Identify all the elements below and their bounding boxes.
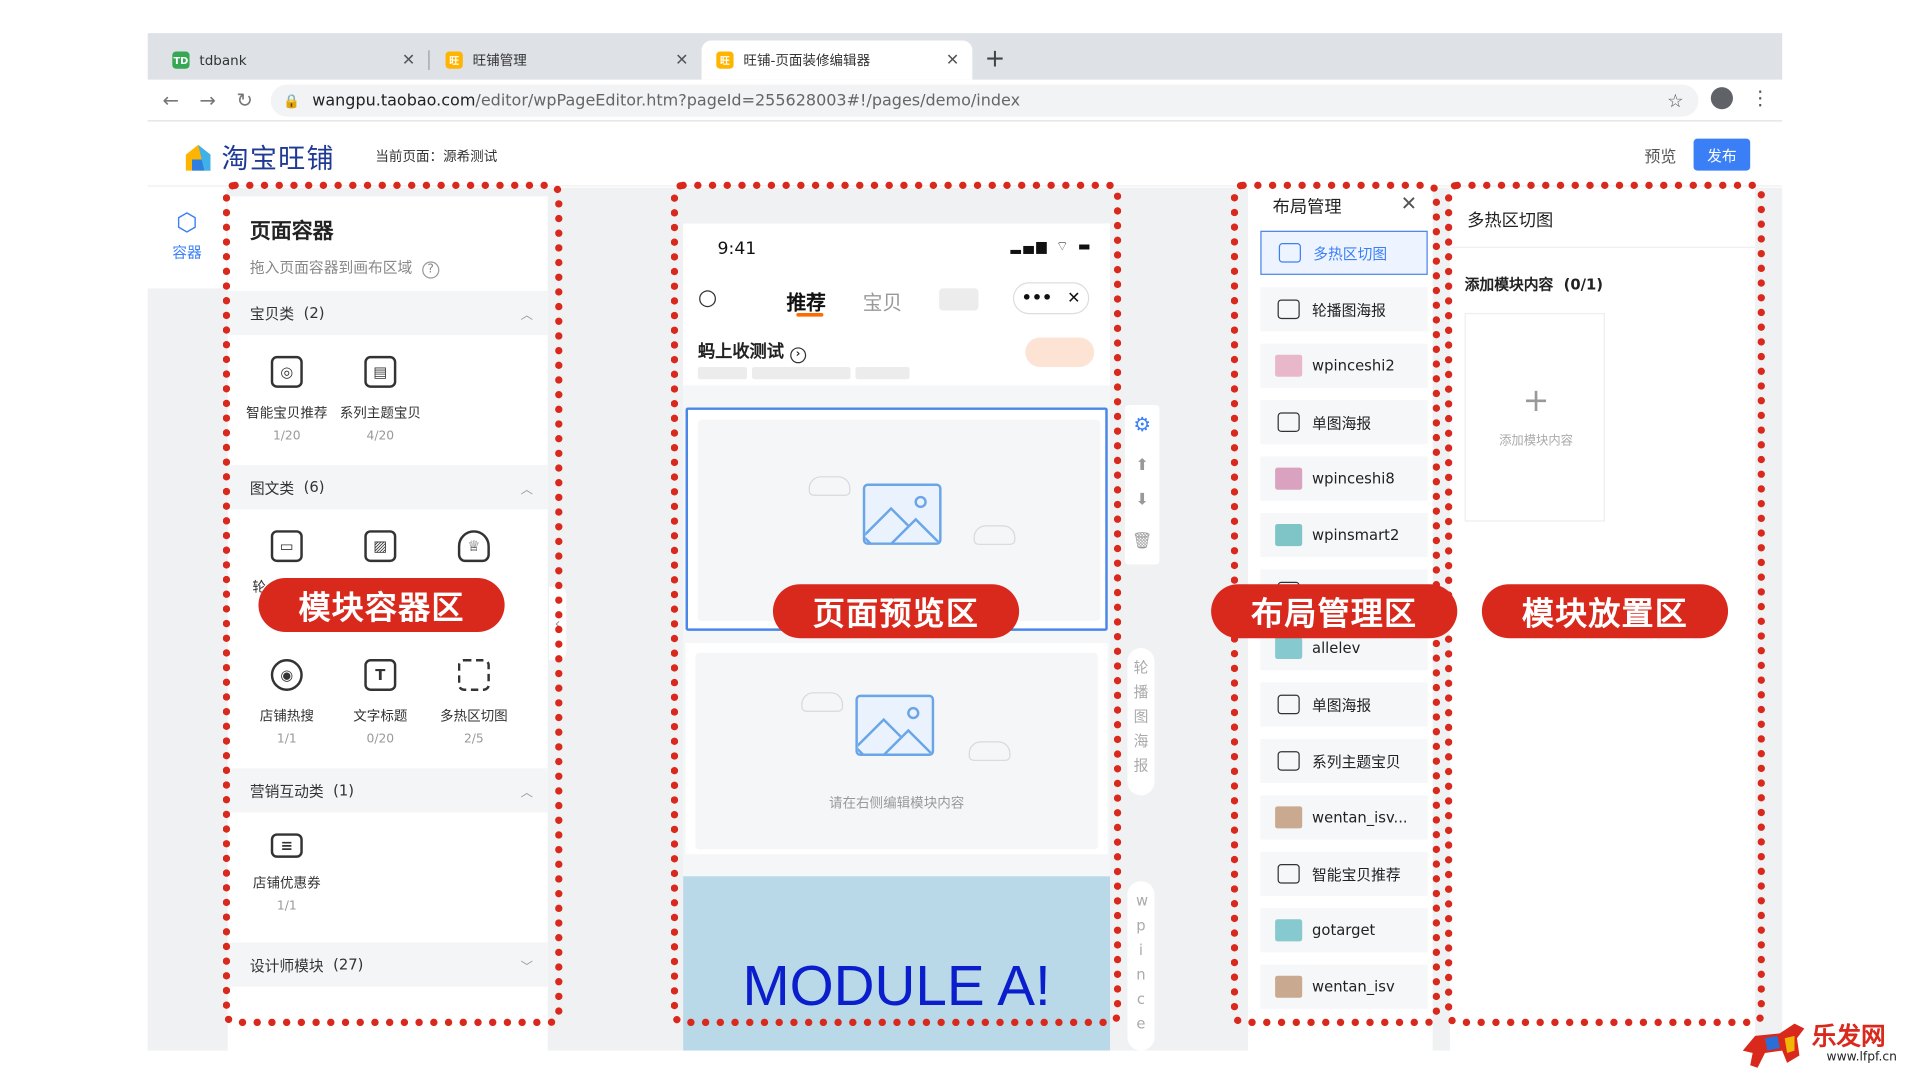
bookmark-star-icon[interactable]: ☆ (1667, 90, 1684, 112)
container-tab-label: 容器 (172, 244, 202, 262)
new-tab-button[interactable]: + (985, 45, 1006, 70)
callout-module-container: 模块容器区 (258, 578, 505, 633)
side-label-text: 轮播图海报 (1133, 659, 1149, 775)
move-up-icon[interactable]: ⬆ (1125, 457, 1159, 475)
close-tab-icon[interactable]: ✕ (670, 51, 695, 69)
watermark: 乐发网 www.lfpf.cn (1738, 1014, 1910, 1073)
url-path: /editor/wpPageEditor.htm?pageId=25562800… (475, 91, 1021, 110)
side-module-label: 轮播图海报 (1127, 648, 1155, 796)
browser-menu-icon[interactable]: ⋮ (1750, 86, 1770, 109)
module-toolbar: ⚙ ⬆ ⬇ 🗑 (1124, 405, 1160, 565)
forward-icon[interactable]: → (199, 88, 216, 111)
watermark-url: www.lfpf.cn (1826, 1050, 1897, 1065)
callout-page-preview: 页面预览区 (772, 584, 1020, 639)
reload-icon[interactable]: ↻ (236, 88, 253, 111)
wangpu-favicon-icon: 旺 (445, 51, 463, 69)
profile-avatar-icon[interactable] (1710, 87, 1733, 110)
current-page-indicator: 当前页面：源希测试 (375, 146, 497, 166)
settings-gear-icon[interactable]: ⚙ (1125, 412, 1159, 435)
address-bar: ← → ↻ 🔒 wangpu.taobao.com /editor/wpPage… (147, 79, 1783, 122)
current-page-value: 源希测试 (443, 148, 498, 165)
callout-module-placement: 模块放置区 (1481, 584, 1729, 639)
move-down-icon[interactable]: ⬇ (1125, 491, 1159, 509)
browser-tab-page-editor[interactable]: 旺 旺铺-页面装修编辑器 ✕ (701, 40, 973, 80)
url-input[interactable]: 🔒 wangpu.taobao.com /editor/wpPageEditor… (270, 84, 1699, 117)
cube-icon: ⬡ (176, 207, 198, 237)
tab-title: tdbank (199, 52, 247, 69)
tab-title: 旺铺管理 (472, 52, 527, 69)
url-host: wangpu.taobao.com (312, 91, 476, 110)
tab-separator (428, 50, 430, 70)
taobao-wangpu-logo: 淘宝旺铺 (182, 137, 335, 176)
publish-button[interactable]: 发布 (1693, 138, 1751, 171)
browser-tab-tdbank[interactable]: TD tdbank ✕ (158, 41, 429, 80)
close-tab-icon[interactable]: ✕ (940, 51, 965, 69)
bull-logo-icon (1742, 1023, 1805, 1068)
lock-icon: 🔒 (283, 92, 300, 109)
callout-layout-management: 布局管理区 (1211, 584, 1458, 639)
browser-tab-bar: TD tdbank ✕ 旺 旺铺管理 ✕ 旺 旺铺-页面装修编辑器 ✕ (147, 33, 1783, 80)
close-tab-icon[interactable]: ✕ (396, 51, 421, 69)
side-label-text: wpince (1136, 892, 1149, 1033)
container-tab[interactable]: ⬡ 容器 (172, 207, 202, 262)
logo-text: 淘宝旺铺 (221, 144, 335, 176)
delete-trash-icon[interactable]: 🗑 (1125, 533, 1159, 551)
wangpu-logo-icon (185, 144, 211, 171)
tdbank-favicon-icon: TD (172, 51, 190, 69)
preview-button[interactable]: 预览 (1644, 144, 1676, 167)
side-module-label: wpince (1127, 881, 1155, 1051)
current-page-label: 当前页面： (375, 148, 444, 165)
browser-tab-wangpu-manage[interactable]: 旺 旺铺管理 ✕ (431, 41, 702, 80)
watermark-text: 乐发网 (1811, 1021, 1886, 1051)
app-header: 淘宝旺铺 当前页面：源希测试 预览 发布 (147, 122, 1783, 187)
back-icon[interactable]: ← (162, 88, 179, 111)
tab-title: 旺铺-页面装修编辑器 (743, 52, 871, 69)
wangpu-favicon-icon: 旺 (716, 51, 734, 69)
left-rail: ⬡ 容器 (147, 187, 227, 289)
